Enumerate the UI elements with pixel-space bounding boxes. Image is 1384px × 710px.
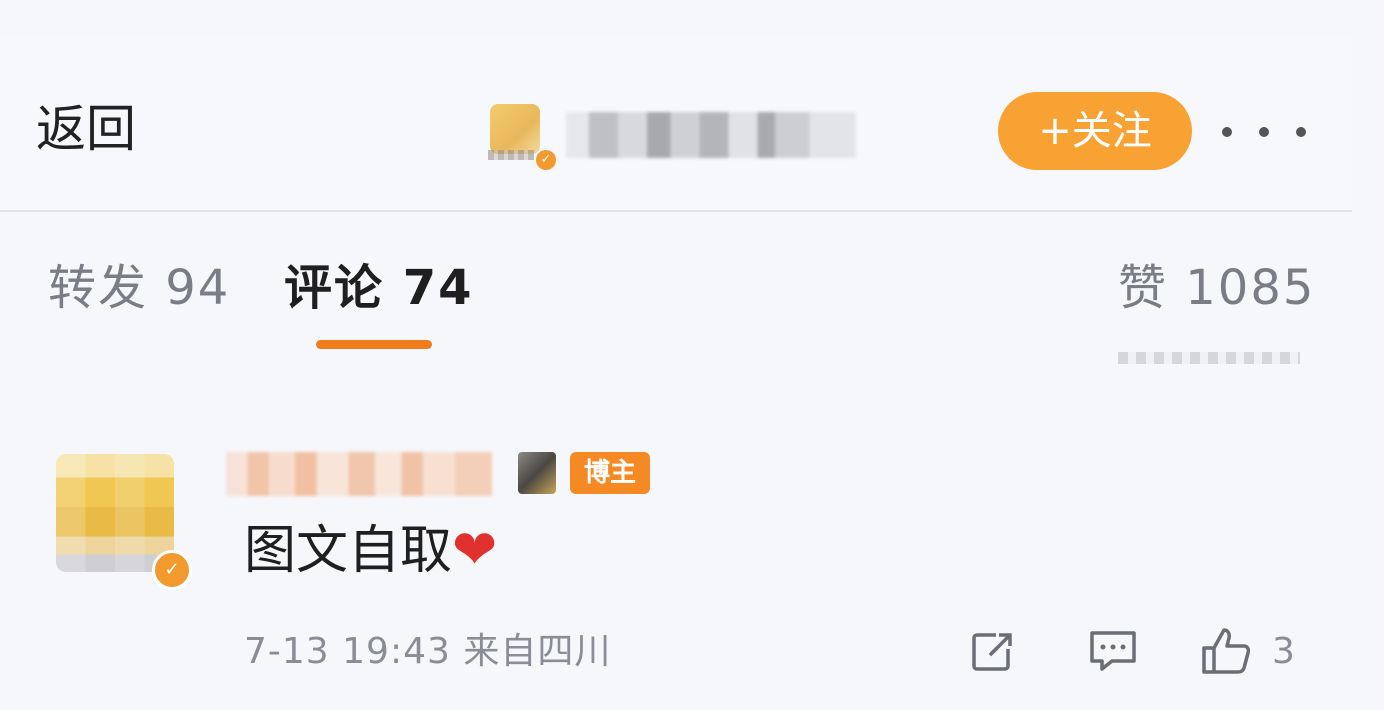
thumbs-up-icon [1202, 628, 1251, 674]
interaction-tabs: 转发 94 评论 74 赞 1085 [0, 212, 1352, 364]
author-avatar[interactable] [490, 104, 540, 154]
commenter-avatar[interactable] [56, 454, 174, 572]
verified-badge-icon: ✓ [536, 150, 556, 170]
author-avatar-caption [488, 150, 534, 160]
author-name-blurred[interactable] [566, 112, 856, 158]
commenter-name-blurred[interactable] [226, 452, 492, 496]
back-button[interactable]: 返回 [36, 104, 136, 154]
comment-item: ✓ 博主 图文自取❤ 7-13 19:43 来自四川 3 [0, 440, 1352, 690]
verified-badge-icon: ✓ [152, 550, 192, 590]
like-button[interactable]: 3 [1200, 626, 1310, 676]
tab-like[interactable]: 赞 1085 [1118, 258, 1315, 318]
more-options-icon[interactable] [1222, 112, 1306, 152]
comment-reply-icon[interactable] [1088, 626, 1138, 676]
tab-forward[interactable]: 转发 94 [48, 258, 230, 318]
more-dot [1222, 127, 1232, 137]
follow-button[interactable]: +关注 [998, 92, 1192, 170]
member-medal-icon [518, 452, 556, 494]
tab-comment[interactable]: 评论 74 [284, 258, 474, 318]
heart-emoji-icon: ❤ [452, 518, 498, 581]
comment-text: 图文自取❤ [244, 518, 497, 583]
active-tab-indicator [316, 340, 432, 349]
more-dot [1259, 127, 1269, 137]
author-badge: 博主 [570, 452, 650, 494]
like-count: 3 [1272, 630, 1295, 672]
post-author-header[interactable]: ✓ [478, 100, 878, 172]
share-icon[interactable] [970, 626, 1020, 676]
sort-control-blurred [1118, 352, 1300, 364]
more-dot [1296, 127, 1306, 137]
comment-meta: 7-13 19:43 来自四川 [244, 631, 612, 672]
comment-body: 图文自取 [244, 521, 453, 581]
